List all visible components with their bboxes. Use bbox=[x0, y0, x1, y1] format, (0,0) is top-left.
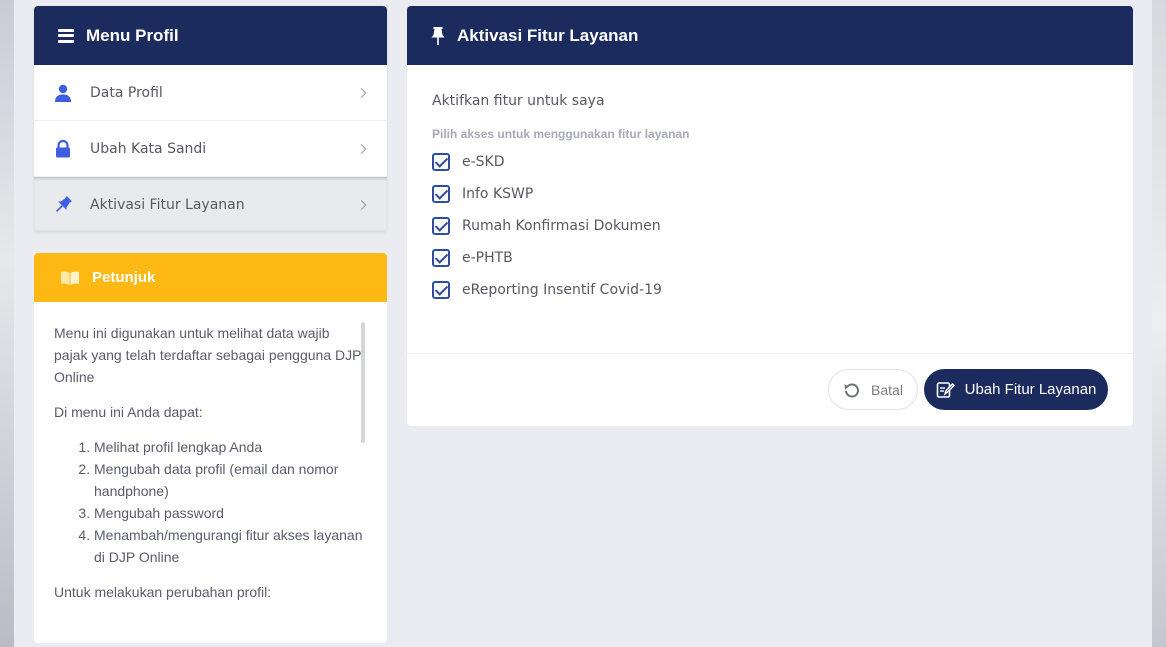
petunjuk-body[interactable]: Menu ini digunakan untuk melihat data wa… bbox=[34, 302, 387, 643]
cancel-button[interactable]: Batal bbox=[828, 369, 918, 410]
petunjuk-steps: Melihat profil lengkap Anda Mengubah dat… bbox=[94, 436, 363, 568]
checkbox-checked-icon[interactable] bbox=[432, 153, 450, 171]
checkbox-checked-icon[interactable] bbox=[432, 281, 450, 299]
petunjuk-intro: Menu ini digunakan untuk melihat data wa… bbox=[54, 325, 362, 385]
list-item: Mengubah password bbox=[94, 502, 363, 524]
hamburger-icon bbox=[58, 28, 74, 43]
sidebar-item-data-profil[interactable]: Data Profil bbox=[34, 65, 387, 121]
cancel-label: Batal bbox=[871, 381, 903, 398]
aktivasi-footer: Batal Ubah Fitur Layanan bbox=[407, 354, 1133, 410]
profile-menu-header: Menu Profil bbox=[34, 6, 387, 65]
checkbox-checked-icon[interactable] bbox=[432, 185, 450, 203]
user-icon bbox=[52, 82, 74, 104]
petunjuk-title: Petunjuk bbox=[92, 269, 156, 286]
checkbox-checked-icon[interactable] bbox=[432, 249, 450, 267]
aktivasi-body: Aktifkan fitur untuk saya Pilih akses un… bbox=[407, 65, 1133, 354]
chevron-right-icon bbox=[356, 87, 367, 98]
submit-button[interactable]: Ubah Fitur Layanan bbox=[924, 369, 1108, 410]
option-label: Info KSWP bbox=[462, 186, 534, 202]
chevron-right-icon bbox=[356, 143, 367, 154]
edit-note-icon bbox=[936, 380, 955, 399]
background-left bbox=[0, 0, 14, 647]
profile-menu-card: Menu Profil Data Profil Ubah Kata Sandi bbox=[34, 6, 387, 232]
list-item: Melihat profil lengkap Anda bbox=[94, 436, 363, 458]
option-label: Rumah Konfirmasi Dokumen bbox=[462, 218, 661, 234]
petunjuk-scrollbar[interactable] bbox=[361, 322, 365, 443]
option-ereporting-insentif[interactable]: eReporting Insentif Covid-19 bbox=[432, 274, 1108, 306]
sidebar-item-aktivasi-fitur-layanan[interactable]: Aktivasi Fitur Layanan bbox=[34, 177, 387, 232]
aktivasi-header: Aktivasi Fitur Layanan bbox=[407, 6, 1133, 65]
submit-label: Ubah Fitur Layanan bbox=[964, 381, 1097, 398]
petunjuk-footer: Untuk melakukan perubahan profil: bbox=[54, 584, 272, 600]
sidebar-item-ubah-kata-sandi[interactable]: Ubah Kata Sandi bbox=[34, 121, 387, 177]
sidebar-item-label: Ubah Kata Sandi bbox=[90, 140, 207, 157]
option-label: e-SKD bbox=[462, 154, 505, 170]
option-label: eReporting Insentif Covid-19 bbox=[462, 282, 662, 298]
aktivasi-title: Aktivasi Fitur Layanan bbox=[457, 25, 639, 45]
option-rumah-konfirmasi-dokumen[interactable]: Rumah Konfirmasi Dokumen bbox=[432, 210, 1108, 242]
petunjuk-lead: Di menu ini Anda dapat: bbox=[54, 404, 203, 420]
petunjuk-header: Petunjuk bbox=[34, 253, 387, 302]
aktivasi-card: Aktivasi Fitur Layanan Aktifkan fitur un… bbox=[407, 6, 1133, 426]
pin-icon bbox=[52, 194, 74, 216]
profile-menu-title: Menu Profil bbox=[86, 25, 179, 45]
option-label: e-PHTB bbox=[462, 250, 513, 266]
checkbox-checked-icon[interactable] bbox=[432, 217, 450, 235]
sidebar-item-label: Aktivasi Fitur Layanan bbox=[90, 197, 245, 213]
undo-icon bbox=[843, 381, 861, 399]
lock-icon bbox=[52, 138, 74, 160]
option-info-kswp[interactable]: Info KSWP bbox=[432, 178, 1108, 210]
pin-icon bbox=[431, 26, 445, 45]
chevron-right-icon bbox=[356, 200, 367, 210]
petunjuk-card: Petunjuk Menu ini digunakan untuk meliha… bbox=[34, 253, 387, 643]
list-item: Menambah/mengurangi fitur akses layanan … bbox=[94, 524, 363, 568]
sidebar-item-label: Data Profil bbox=[90, 84, 163, 101]
option-e-phtb[interactable]: e-PHTB bbox=[432, 242, 1108, 274]
section-title: Aktifkan fitur untuk saya bbox=[432, 93, 605, 109]
option-e-skd[interactable]: e-SKD bbox=[432, 146, 1108, 178]
section-subtitle: Pilih akses untuk menggunakan fitur laya… bbox=[432, 127, 690, 141]
background-right bbox=[1152, 0, 1166, 647]
book-icon bbox=[60, 270, 80, 286]
list-item: Mengubah data profil (email dan nomor ha… bbox=[94, 458, 363, 502]
